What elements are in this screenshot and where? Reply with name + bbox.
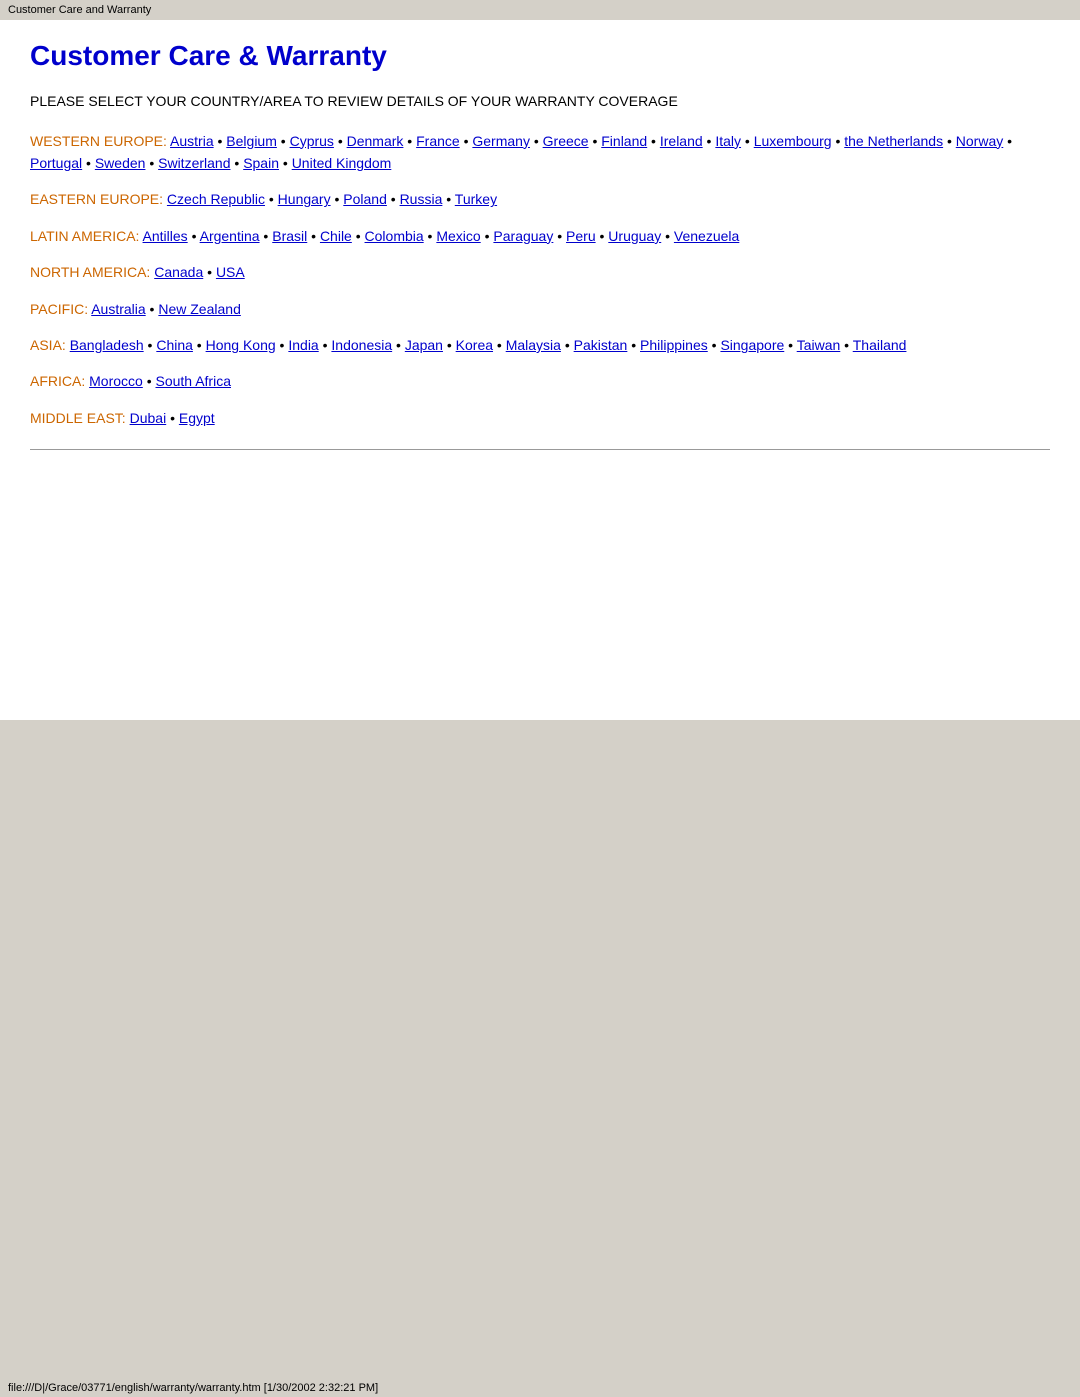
regions-container: WESTERN EUROPE: Austria • Belgium • Cypr…	[30, 130, 1050, 430]
country-link-france[interactable]: France	[416, 133, 460, 149]
region-africa: AFRICA: Morocco • South Africa	[30, 370, 1050, 392]
region-label-pacific: PACIFIC:	[30, 301, 91, 317]
region-label-western-europe: WESTERN EUROPE:	[30, 133, 170, 149]
country-link-usa[interactable]: USA	[216, 264, 245, 280]
region-label-asia: ASIA:	[30, 337, 70, 353]
country-link-brasil[interactable]: Brasil	[272, 228, 307, 244]
country-link-norway[interactable]: Norway	[956, 133, 1003, 149]
country-link-belgium[interactable]: Belgium	[226, 133, 277, 149]
country-link-south-africa[interactable]: South Africa	[156, 373, 232, 389]
country-link-canada[interactable]: Canada	[154, 264, 203, 280]
country-link-australia[interactable]: Australia	[91, 301, 145, 317]
country-link-ireland[interactable]: Ireland	[660, 133, 703, 149]
country-link-india[interactable]: India	[288, 337, 318, 353]
country-link-dubai[interactable]: Dubai	[130, 410, 167, 426]
country-link-poland[interactable]: Poland	[343, 191, 387, 207]
country-link-peru[interactable]: Peru	[566, 228, 596, 244]
country-link-germany[interactable]: Germany	[472, 133, 530, 149]
country-link-taiwan[interactable]: Taiwan	[797, 337, 841, 353]
country-link-mexico[interactable]: Mexico	[436, 228, 480, 244]
country-link-china[interactable]: China	[156, 337, 193, 353]
country-link-paraguay[interactable]: Paraguay	[493, 228, 553, 244]
country-link-indonesia[interactable]: Indonesia	[331, 337, 392, 353]
region-eastern-europe: EASTERN EUROPE: Czech Republic • Hungary…	[30, 188, 1050, 210]
country-link-the-netherlands[interactable]: the Netherlands	[844, 133, 943, 149]
region-north-america: NORTH AMERICA: Canada • USA	[30, 261, 1050, 283]
country-link-denmark[interactable]: Denmark	[347, 133, 404, 149]
country-link-malaysia[interactable]: Malaysia	[506, 337, 561, 353]
region-asia: ASIA: Bangladesh • China • Hong Kong • I…	[30, 334, 1050, 356]
country-link-colombia[interactable]: Colombia	[365, 228, 424, 244]
country-link-czech-republic[interactable]: Czech Republic	[167, 191, 265, 207]
country-link-hungary[interactable]: Hungary	[278, 191, 331, 207]
region-label-africa: AFRICA:	[30, 373, 89, 389]
country-link-morocco[interactable]: Morocco	[89, 373, 143, 389]
window-title: Customer Care and Warranty	[8, 4, 151, 16]
region-western-europe: WESTERN EUROPE: Austria • Belgium • Cypr…	[30, 130, 1050, 175]
country-link-argentina[interactable]: Argentina	[200, 228, 260, 244]
country-link-switzerland[interactable]: Switzerland	[158, 155, 230, 171]
country-link-italy[interactable]: Italy	[715, 133, 741, 149]
divider	[30, 449, 1050, 450]
window-title-bar: Customer Care and Warranty	[0, 0, 1080, 20]
region-pacific: PACIFIC: Australia • New Zealand	[30, 298, 1050, 320]
country-link-spain[interactable]: Spain	[243, 155, 279, 171]
country-link-united-kingdom[interactable]: United Kingdom	[292, 155, 392, 171]
country-link-egypt[interactable]: Egypt	[179, 410, 215, 426]
country-link-greece[interactable]: Greece	[543, 133, 589, 149]
country-link-turkey[interactable]: Turkey	[455, 191, 497, 207]
country-link-venezuela[interactable]: Venezuela	[674, 228, 739, 244]
country-link-austria[interactable]: Austria	[170, 133, 214, 149]
country-link-new-zealand[interactable]: New Zealand	[158, 301, 241, 317]
country-link-portugal[interactable]: Portugal	[30, 155, 82, 171]
country-link-cyprus[interactable]: Cyprus	[290, 133, 334, 149]
country-link-chile[interactable]: Chile	[320, 228, 352, 244]
country-link-hong-kong[interactable]: Hong Kong	[206, 337, 276, 353]
region-label-eastern-europe: EASTERN EUROPE:	[30, 191, 167, 207]
country-link-luxembourg[interactable]: Luxembourg	[754, 133, 832, 149]
region-label-latin-america: LATIN AMERICA:	[30, 228, 143, 244]
subtitle: PLEASE SELECT YOUR COUNTRY/AREA TO REVIE…	[30, 92, 1050, 112]
status-bar-text: file:///D|/Grace/03771/english/warranty/…	[8, 1382, 378, 1394]
country-link-antilles[interactable]: Antilles	[143, 228, 188, 244]
content-area: Customer Care & Warranty PLEASE SELECT Y…	[0, 20, 1080, 720]
country-link-korea[interactable]: Korea	[456, 337, 493, 353]
region-latin-america: LATIN AMERICA: Antilles • Argentina • Br…	[30, 225, 1050, 247]
country-link-singapore[interactable]: Singapore	[720, 337, 784, 353]
country-link-uruguay[interactable]: Uruguay	[608, 228, 661, 244]
country-link-russia[interactable]: Russia	[400, 191, 443, 207]
status-bar: file:///D|/Grace/03771/english/warranty/…	[0, 1379, 1080, 1397]
region-middle-east: MIDDLE EAST: Dubai • Egypt	[30, 407, 1050, 429]
country-link-pakistan[interactable]: Pakistan	[574, 337, 628, 353]
country-link-thailand[interactable]: Thailand	[853, 337, 907, 353]
country-link-bangladesh[interactable]: Bangladesh	[70, 337, 144, 353]
country-link-philippines[interactable]: Philippines	[640, 337, 708, 353]
region-label-north-america: NORTH AMERICA:	[30, 264, 154, 280]
page-title: Customer Care & Warranty	[30, 40, 1050, 72]
country-link-japan[interactable]: Japan	[405, 337, 443, 353]
region-label-middle-east: MIDDLE EAST:	[30, 410, 130, 426]
country-link-finland[interactable]: Finland	[601, 133, 647, 149]
country-link-sweden[interactable]: Sweden	[95, 155, 146, 171]
